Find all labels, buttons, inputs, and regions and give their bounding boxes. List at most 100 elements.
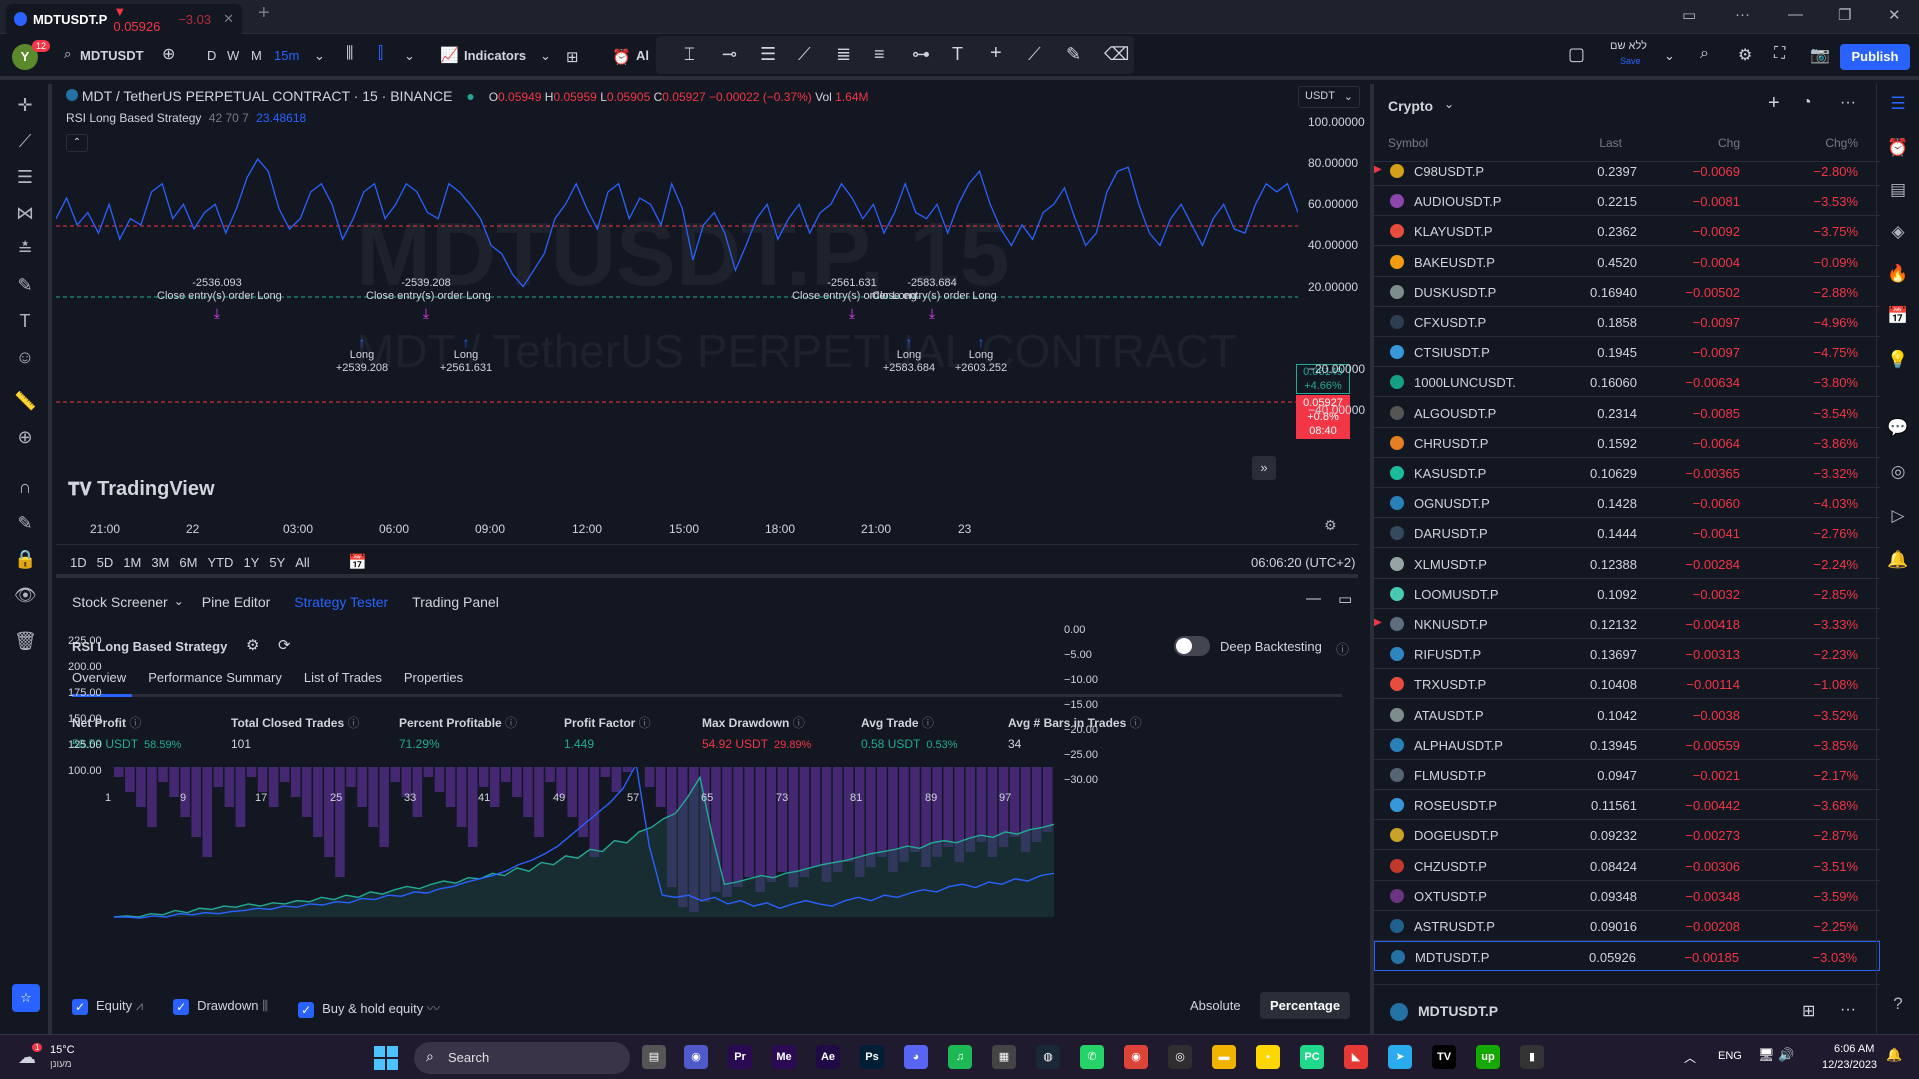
panel-tab-stock-screener[interactable]: Stock Screener (72, 594, 168, 610)
watchlist-row[interactable]: ROSEUSDT.P 0.11561 −0.00442 −3.68% (1374, 790, 1880, 821)
footer-symbol[interactable]: MDTUSDT.P (1418, 1003, 1498, 1019)
legend-drawdown[interactable]: ✓ Drawdown ⫼ (173, 998, 268, 1018)
steam-icon[interactable]: ◍ (1036, 1045, 1060, 1069)
pycharm-icon[interactable]: PC (1300, 1045, 1324, 1069)
news-icon[interactable]: ▤ (1887, 180, 1909, 202)
tab-mdtusdt[interactable]: MDTUSDT.P ▼ 0.05926 −3.03 ✕ (6, 4, 242, 34)
long-entry-marker[interactable]: ↑ Long +2603.252 (931, 335, 1031, 375)
streams-icon[interactable]: ◎ (1887, 462, 1909, 484)
bar-style-icon[interactable]: ⫼ (346, 45, 353, 63)
watchlist-tools-icon[interactable]: ◔ (1802, 94, 1812, 112)
minimize-panel-icon[interactable]: — (1306, 590, 1321, 607)
footer-more-icon[interactable]: ··· (1840, 1001, 1856, 1019)
ideas-icon[interactable]: 💡 (1887, 350, 1909, 372)
quick-search-icon[interactable]: ⌕ (1700, 45, 1709, 63)
legend-buy-hold-equity[interactable]: ✓ Buy & hold equity 〰 (298, 998, 440, 1018)
network-icon[interactable]: 🖥 (1758, 1047, 1775, 1063)
range-1m[interactable]: 1M (123, 555, 141, 570)
range-5d[interactable]: 5D (97, 555, 114, 570)
telegram-icon[interactable]: ➤ (1388, 1045, 1412, 1069)
close-entry-marker[interactable]: -2539.208 Close entry(s) order Long ⤓ (366, 277, 491, 320)
minimize-icon[interactable]: — (1788, 6, 1803, 23)
search-icon[interactable]: ⌕ (64, 46, 71, 62)
range-1y[interactable]: 1Y (243, 555, 259, 570)
range-1d[interactable]: 1D (70, 555, 87, 570)
ruler-tool-icon[interactable]: 📏 (14, 390, 36, 412)
watchlist-row[interactable]: ▶ C98USDT.P 0.2397 −0.0069 −2.80% (1374, 156, 1880, 186)
discord-icon[interactable]: ◕ (904, 1045, 928, 1069)
watchlist-row[interactable]: ALGOUSDT.P 0.2314 −0.0085 −3.54% (1374, 398, 1880, 428)
watchlist-title[interactable]: Crypto (1388, 98, 1433, 114)
media-encoder-icon[interactable]: Me (772, 1045, 796, 1069)
maximize-panel-icon[interactable]: ▭ (1338, 590, 1352, 608)
candles-icon[interactable]: ⫿ (378, 45, 383, 63)
percentage-toggle[interactable]: Percentage (1260, 992, 1351, 1019)
alerts-clock-icon[interactable]: ⏰ (1887, 138, 1909, 160)
layers-icon[interactable]: ◈ (1887, 222, 1909, 244)
after-effects-icon[interactable]: Ae (816, 1045, 840, 1069)
long-entry-marker[interactable]: ↑ Long +2539.208 (312, 335, 412, 375)
favorites-star-icon[interactable]: ☆ (12, 984, 40, 1012)
start-button[interactable] (374, 1046, 398, 1070)
tradingview-app-icon[interactable]: TV (1432, 1045, 1456, 1069)
volume-icon[interactable]: 🔊 (1778, 1047, 1794, 1063)
close-entry-marker[interactable]: -2536.093 Close entry(s) order Long ⤓ (157, 277, 282, 320)
indicators-button[interactable]: Indicators (464, 48, 526, 63)
clock-date[interactable]: 12/23/2023 (1822, 1059, 1877, 1071)
calculator-icon[interactable]: ▦ (992, 1045, 1016, 1069)
watchlist-row[interactable]: RIFUSDT.P 0.13697 −0.00313 −2.23% (1374, 639, 1880, 670)
indicators-icon[interactable]: 📈 (440, 46, 459, 64)
add-symbol-icon[interactable]: + (1768, 92, 1780, 115)
chrome-icon[interactable]: ◉ (1124, 1045, 1148, 1069)
hline-icon[interactable]: ⊶ (912, 44, 930, 65)
col-last[interactable]: Last (1599, 136, 1622, 150)
session-time[interactable]: 06:06:20 (UTC+2) (1251, 555, 1355, 570)
watchlist-row[interactable]: CFXUSDT.P 0.1858 −0.0097 −4.96% (1374, 307, 1880, 337)
interval-m[interactable]: M (251, 48, 262, 63)
watchlist-icon[interactable]: ☰ (1887, 94, 1909, 116)
language-indicator[interactable]: ENG (1718, 1050, 1742, 1062)
currency-select[interactable]: USDT ⌄ (1298, 86, 1360, 108)
watchlist-dropdown-icon[interactable]: ⌄ (1444, 97, 1454, 111)
symbol-search[interactable]: MDTUSDT (80, 48, 144, 63)
interval-w[interactable]: W (227, 48, 239, 63)
more-icon[interactable]: ··· (1735, 6, 1750, 23)
strategy-refresh-icon[interactable]: ⟳ (278, 636, 291, 654)
watchlist-row[interactable]: MDTUSDT.P 0.05926 −0.00185 −3.03% (1374, 941, 1880, 972)
chat-icon[interactable]: 💬 (1887, 418, 1909, 440)
watchlist-row[interactable]: DUSKUSDT.P 0.16940 −0.00502 −2.88% (1374, 277, 1880, 307)
watchlist-row[interactable]: 1000LUNCUSDT. 0.16060 −0.00634 −3.80% (1374, 367, 1880, 398)
settings-gear-icon[interactable]: ⚙ (1738, 45, 1752, 65)
watchlist-row[interactable]: DARUSDT.P 0.1444 −0.0041 −2.76% (1374, 518, 1880, 549)
absolute-toggle[interactable]: Absolute (1190, 998, 1241, 1013)
horizontal-ray-icon[interactable]: ⊸ (722, 44, 737, 65)
panel-tab-trading-panel[interactable]: Trading Panel (412, 594, 499, 610)
calendar-icon[interactable]: 📅 (1887, 306, 1909, 328)
publish-button[interactable]: Publish (1840, 44, 1910, 70)
forecast-tool-icon[interactable]: ≛ (14, 238, 36, 260)
obs-icon[interactable]: ◎ (1168, 1045, 1192, 1069)
close-entry-marker[interactable]: -2583.684 Close entry(s) order Long ⤓ (872, 277, 997, 320)
eraser-icon[interactable]: ⌫ (1104, 44, 1129, 65)
watchlist-row[interactable]: CHRUSDT.P 0.1592 −0.0064 −3.86% (1374, 428, 1880, 458)
brush-tool-icon[interactable]: ✎ (14, 274, 36, 296)
layout-name[interactable]: ללא שם (1610, 40, 1647, 52)
trendline-tool-icon[interactable]: ⟋ (14, 130, 36, 152)
watchlist-row[interactable]: ASTRUSDT.P 0.09016 −0.00208 −2.25% (1374, 911, 1880, 941)
subtab-list-of-trades[interactable]: List of Trades (304, 670, 382, 685)
whatsapp-icon[interactable]: ✆ (1080, 1045, 1104, 1069)
ruler-icon[interactable]: ⟋ (1028, 44, 1041, 65)
deep-backtesting-toggle[interactable] (1174, 636, 1210, 656)
visibility-icon[interactable]: 👁 (14, 584, 37, 606)
watchlist-row[interactable]: AUDIOUSDT.P 0.2215 −0.0081 −3.53% (1374, 186, 1880, 217)
meet-icon[interactable]: ◉ (684, 1045, 708, 1069)
fullscreen-icon[interactable]: ⛶ (1774, 45, 1785, 63)
footer-grid-icon[interactable]: ⊞ (1802, 1001, 1815, 1021)
interval-dropdown-icon[interactable]: ⌄ (314, 48, 325, 64)
text-tool-icon[interactable]: T (952, 44, 963, 65)
watchlist-row[interactable]: OXTUSDT.P 0.09348 −0.00348 −3.59% (1374, 881, 1880, 911)
file-explorer-icon[interactable]: ▬ (1212, 1045, 1236, 1069)
watchlist-row[interactable]: LOOMUSDT.P 0.1092 −0.0032 −2.85% (1374, 579, 1880, 609)
save-dropdown-icon[interactable]: ⌄ (1664, 48, 1675, 64)
subtab-properties[interactable]: Properties (404, 670, 463, 685)
